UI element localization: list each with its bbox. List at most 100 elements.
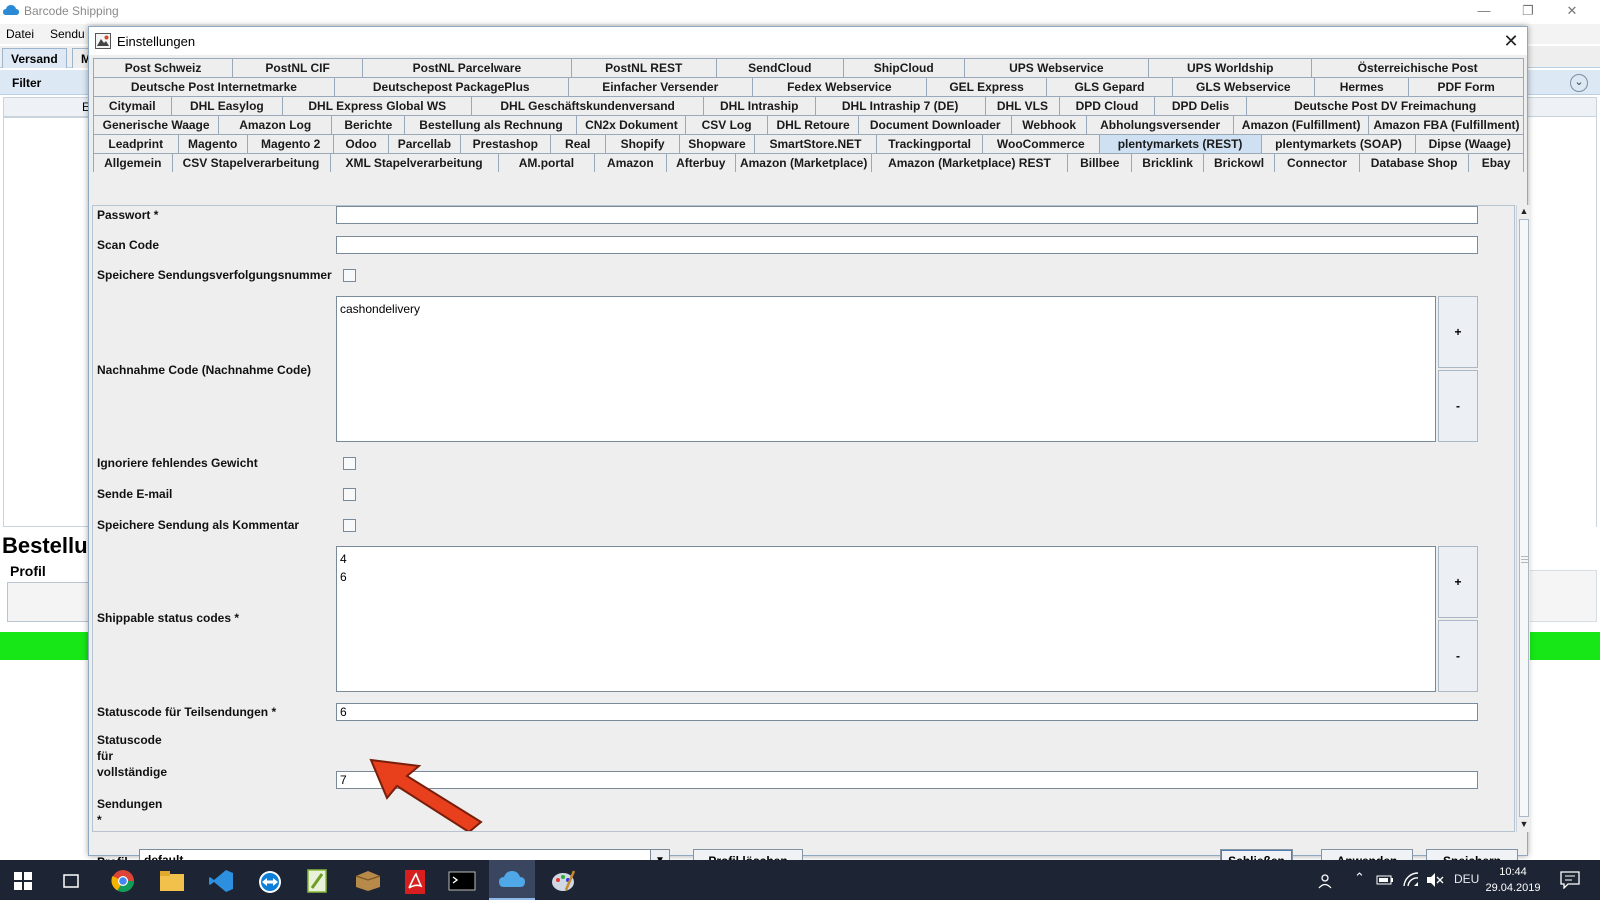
- tab-magento[interactable]: Magento: [177, 134, 248, 153]
- tab-amazon-log[interactable]: Amazon Log: [218, 115, 333, 134]
- package-icon[interactable]: [354, 870, 382, 892]
- scroll-down-icon[interactable]: ▼: [1518, 818, 1530, 830]
- tab-brickowl[interactable]: Brickowl: [1202, 153, 1276, 172]
- tab-amazon-fba-fulfillment[interactable]: Amazon FBA (Fulfillment): [1368, 115, 1525, 134]
- tab-bricklink[interactable]: Bricklink: [1131, 153, 1204, 172]
- tab-abholungsversender[interactable]: Abholungsversender: [1086, 115, 1234, 134]
- tab-xml-stapelverarbeitung[interactable]: XML Stapelverarbeitung: [329, 153, 499, 172]
- tab-csv-log[interactable]: CSV Log: [685, 115, 768, 134]
- tab-connector[interactable]: Connector: [1274, 153, 1360, 172]
- tab-magento-2[interactable]: Magento 2: [246, 134, 335, 153]
- tab-dhl-vls[interactable]: DHL VLS: [984, 96, 1061, 115]
- tab-amazon-fulfillment[interactable]: Amazon (Fulfillment): [1232, 115, 1370, 134]
- tab-bestellung-als-rechnung[interactable]: Bestellung als Rechnung: [404, 115, 578, 134]
- tab-database-shop[interactable]: Database Shop: [1358, 153, 1470, 172]
- tab-ups-worldship[interactable]: UPS Worldship: [1148, 58, 1313, 77]
- tab-dhl-geschäftskundenversand[interactable]: DHL Geschäftskundenversand: [471, 96, 704, 115]
- barcode-shipping-task[interactable]: [489, 860, 535, 900]
- tab-leadprint[interactable]: Leadprint: [93, 134, 179, 153]
- tab-real[interactable]: Real: [549, 134, 606, 153]
- tab-postnl-parcelware[interactable]: PostNL Parcelware: [362, 58, 572, 77]
- vollstaendig-input[interactable]: 7: [336, 771, 1478, 789]
- tab-odoo[interactable]: Odoo: [333, 134, 389, 153]
- scroll-up-icon[interactable]: ▲: [1518, 205, 1530, 217]
- tab-einfacher-versender[interactable]: Einfacher Versender: [567, 77, 753, 96]
- tab-billbee[interactable]: Billbee: [1067, 153, 1133, 172]
- teamviewer-icon[interactable]: [257, 869, 283, 895]
- tab-dhl-express-global-ws[interactable]: DHL Express Global WS: [282, 96, 473, 115]
- form-scrollbar[interactable]: ▲ — — — ▼: [1516, 205, 1530, 832]
- tab-afterbuy[interactable]: Afterbuy: [665, 153, 736, 172]
- tab-ebay[interactable]: Ebay: [1468, 153, 1524, 172]
- terminal-icon[interactable]: [448, 871, 476, 891]
- tab-allgemein[interactable]: Allgemein: [93, 153, 173, 172]
- tab-shopify[interactable]: Shopify: [604, 134, 681, 153]
- menu-sendungen[interactable]: Sendu: [50, 27, 85, 41]
- tab-plentymarkets-soap[interactable]: plentymarkets (SOAP): [1260, 134, 1417, 153]
- tab-citymail[interactable]: Citymail: [93, 96, 172, 115]
- speaker-muted-icon[interactable]: [1426, 872, 1444, 888]
- tab-postnl-rest[interactable]: PostNL REST: [570, 58, 717, 77]
- tab-gls-gepard[interactable]: GLS Gepard: [1046, 77, 1173, 96]
- tab-parcellab[interactable]: Parcellab: [387, 134, 462, 153]
- shippable-status-list[interactable]: 4 6: [336, 546, 1436, 692]
- tab-document-downloader[interactable]: Document Downloader: [858, 115, 1013, 134]
- nachnahme-add-button[interactable]: +: [1438, 296, 1478, 368]
- tab-pdf-form[interactable]: PDF Form: [1408, 77, 1524, 96]
- tab-dhl-easylog[interactable]: DHL Easylog: [170, 96, 284, 115]
- file-explorer-icon[interactable]: [159, 869, 185, 893]
- tab-csv-stapelverarbeitung[interactable]: CSV Stapelverarbeitung: [171, 153, 331, 172]
- tab-trackingportal[interactable]: Trackingportal: [876, 134, 983, 153]
- tab-dipse-waage[interactable]: Dipse (Waage): [1415, 134, 1524, 153]
- tab-webhook[interactable]: Webhook: [1011, 115, 1088, 134]
- battery-icon[interactable]: [1376, 874, 1394, 886]
- tab-postnl-cif[interactable]: PostNL CIF: [232, 58, 364, 77]
- tab-dhl-retoure[interactable]: DHL Retoure: [766, 115, 860, 134]
- scroll-thumb[interactable]: [1519, 219, 1529, 817]
- vscode-icon[interactable]: [208, 869, 234, 893]
- passwort-input[interactable]: [336, 206, 1478, 224]
- tab-woocommerce[interactable]: WooCommerce: [981, 134, 1100, 153]
- chrome-icon[interactable]: [110, 868, 136, 894]
- scan-code-input[interactable]: [336, 236, 1478, 254]
- tab-hermes[interactable]: Hermes: [1313, 77, 1410, 96]
- dialog-close-icon[interactable]: ✕: [1499, 30, 1523, 52]
- tab-deutsche-post-internetmarke[interactable]: Deutsche Post Internetmarke: [93, 77, 335, 96]
- speichere-tracking-checkbox[interactable]: [343, 269, 356, 282]
- ignoriere-gewicht-checkbox[interactable]: [343, 457, 356, 470]
- tab-amazon-marketplace[interactable]: Amazon (Marketplace): [734, 153, 872, 172]
- tab-smartstore-net[interactable]: SmartStore.NET: [753, 134, 878, 153]
- shippable-add-button[interactable]: +: [1438, 546, 1478, 618]
- sende-email-checkbox[interactable]: [343, 488, 356, 501]
- tab-gel-express[interactable]: GEL Express: [925, 77, 1048, 96]
- restore-icon[interactable]: ❐: [1508, 2, 1548, 20]
- tab-plentymarkets-rest[interactable]: plentymarkets (REST): [1098, 134, 1262, 153]
- teilsendungen-input[interactable]: 6: [336, 703, 1478, 721]
- tab-am-portal[interactable]: AM.portal: [497, 153, 596, 172]
- nachnahme-list[interactable]: cashondelivery: [336, 296, 1436, 442]
- tab-dpd-delis[interactable]: DPD Delis: [1153, 96, 1248, 115]
- tab-ups-webservice[interactable]: UPS Webservice: [963, 58, 1150, 77]
- nachnahme-remove-button[interactable]: -: [1438, 370, 1478, 442]
- speichere-kommentar-checkbox[interactable]: [343, 519, 356, 532]
- tab-österreichische-post[interactable]: Österreichische Post: [1311, 58, 1524, 77]
- tab-sendcloud[interactable]: SendCloud: [715, 58, 844, 77]
- notification-icon[interactable]: [1560, 871, 1580, 889]
- tab-fedex-webservice[interactable]: Fedex Webservice: [751, 77, 927, 96]
- windows-start-icon[interactable]: [14, 872, 32, 890]
- tab-dhl-intraship[interactable]: DHL Intraship: [702, 96, 816, 115]
- tab-post-schweiz[interactable]: Post Schweiz: [93, 58, 234, 77]
- people-icon[interactable]: [1318, 872, 1336, 890]
- tab-dpd-cloud[interactable]: DPD Cloud: [1059, 96, 1155, 115]
- chevron-up-icon[interactable]: ⌃: [1354, 870, 1365, 886]
- language-indicator[interactable]: DEU: [1454, 872, 1479, 886]
- minimize-icon[interactable]: —: [1464, 2, 1504, 20]
- tab-shipcloud[interactable]: ShipCloud: [842, 58, 965, 77]
- tab-berichte[interactable]: Berichte: [331, 115, 406, 134]
- shippable-remove-button[interactable]: -: [1438, 620, 1478, 692]
- menu-datei[interactable]: Datei: [6, 27, 34, 41]
- tab-generische-waage[interactable]: Generische Waage: [93, 115, 220, 134]
- tab-shopware[interactable]: Shopware: [679, 134, 755, 153]
- task-view-icon[interactable]: [62, 872, 80, 890]
- chevron-double-down-icon[interactable]: ⌄: [1570, 74, 1588, 92]
